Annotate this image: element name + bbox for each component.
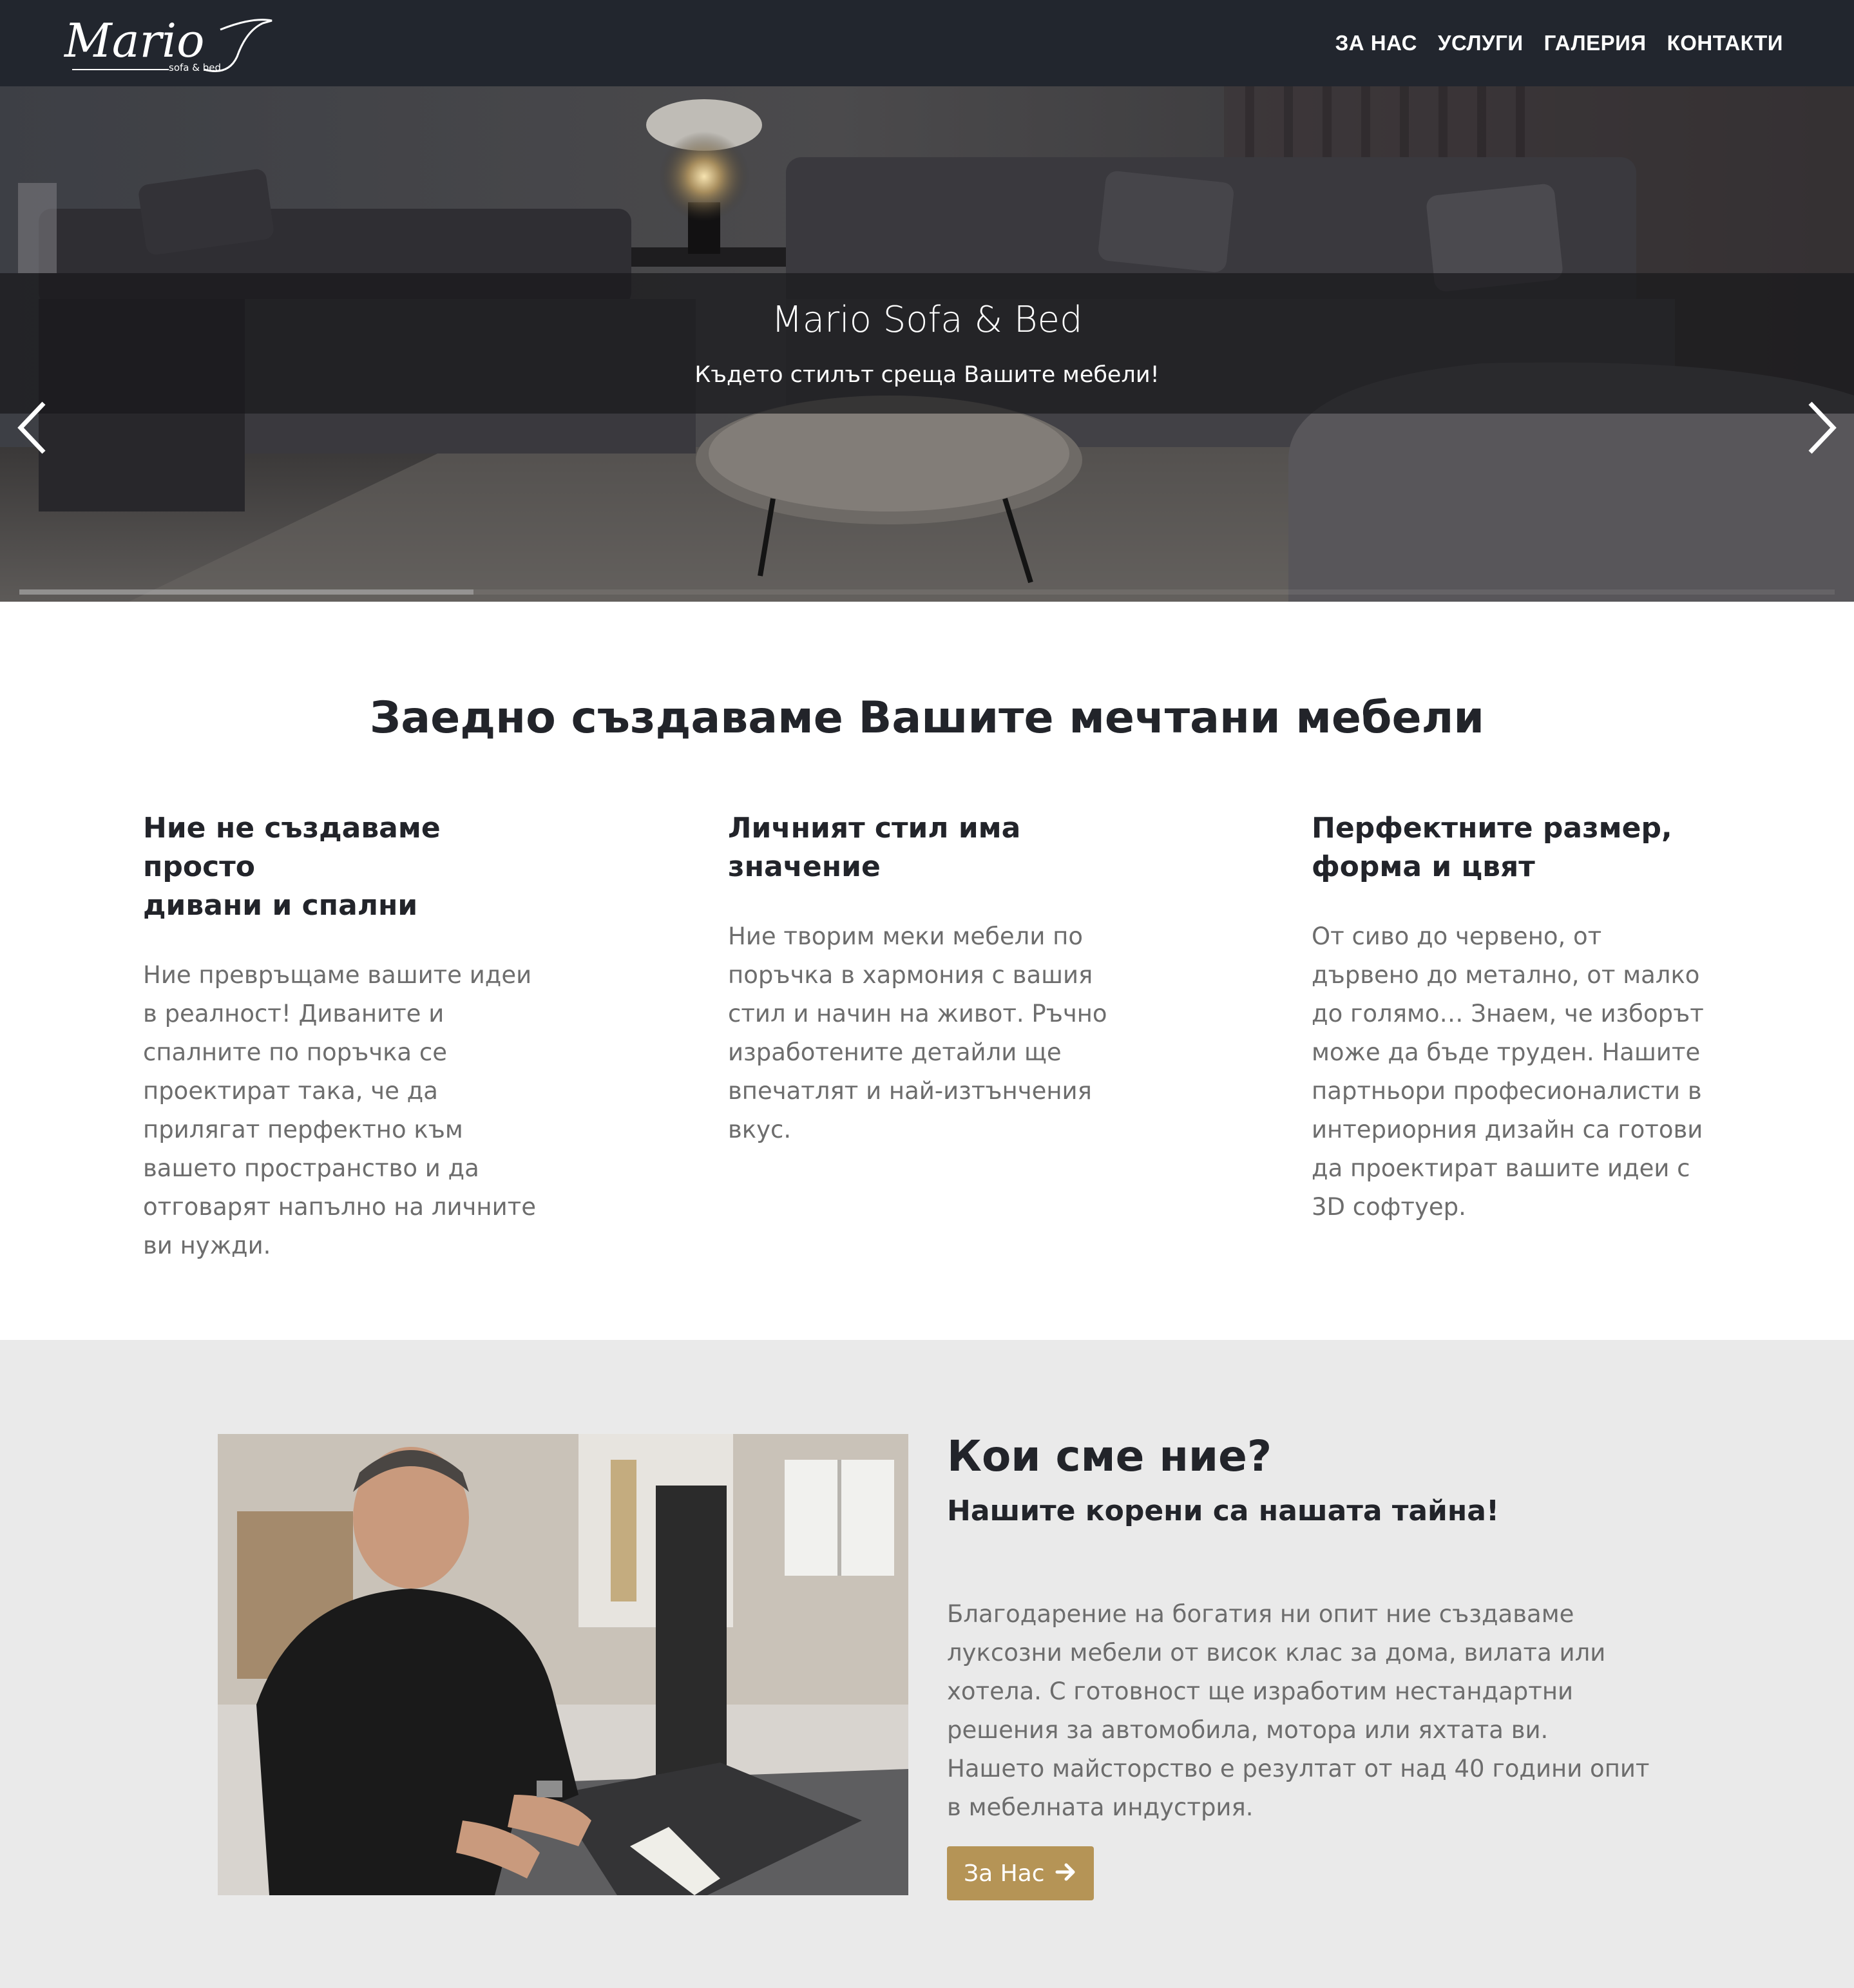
feature-text-line: 3D софтуер. bbox=[1312, 1193, 1466, 1221]
feature-text-line: впечатлят и най-изтънчения bbox=[728, 1077, 1092, 1105]
about-section: Кои сме ние? Нашите корени са нашата тай… bbox=[0, 1340, 1854, 1988]
nav-link-services[interactable]: УСЛУГИ bbox=[1438, 31, 1524, 55]
feature-text-line: може да бъде труден. Нашите bbox=[1312, 1038, 1701, 1066]
feature-title: Ние не създаваме просто дивани и спални bbox=[143, 809, 555, 925]
about-text-line: Нашето майсторство е резултат от над 40 … bbox=[947, 1755, 1650, 1783]
feature-title: Перфектните размер, форма и цвят bbox=[1312, 809, 1724, 886]
intro-heading: Заедно създаваме Вашите мечтани мебели bbox=[369, 693, 1485, 743]
feature-text-line: От сиво до червено, от bbox=[1312, 922, 1602, 950]
feature-title: Личният стил има значение bbox=[728, 809, 1140, 886]
feature-text-line: до голямо… Знаем, че изборът bbox=[1312, 1000, 1704, 1027]
feature-text: Ние творим меки мебели по поръчка в харм… bbox=[728, 917, 1140, 1149]
feature-text: От сиво до червено, от дървено до металн… bbox=[1312, 917, 1724, 1227]
feature-column: Ние не създаваме просто дивани и спални … bbox=[143, 809, 555, 1265]
caption-band bbox=[0, 273, 1854, 414]
about-text-line: луксозни мебели от висок клас за дома, в… bbox=[947, 1639, 1606, 1667]
about-title: Кои сме ние? bbox=[947, 1431, 1272, 1481]
mario-logo[interactable]: Mario sofa & bed bbox=[59, 12, 285, 76]
hero-subtitle: Където стилът среща Вашите мебели! bbox=[694, 362, 1160, 388]
main-navigation: ЗА НАС УСЛУГИ ГАЛЕРИЯ КОНТАКТИ bbox=[1335, 0, 1783, 86]
svg-text:Mario: Mario bbox=[63, 14, 204, 68]
nav-link-about[interactable]: ЗА НАС bbox=[1335, 31, 1417, 55]
feature-text-line: изработените детайли ще bbox=[728, 1038, 1062, 1066]
feature-title-line: дивани и спални bbox=[143, 889, 418, 922]
feature-title-line: Перфектните размер, bbox=[1312, 812, 1672, 845]
slider-progress-bar bbox=[19, 589, 473, 595]
about-description: Благодарение на богатия ни опит ние създ… bbox=[947, 1595, 1662, 1827]
feature-text-line: проектират така, че да bbox=[143, 1077, 438, 1105]
feature-title-line: форма и цвят bbox=[1312, 850, 1535, 883]
nav-link-contacts[interactable]: КОНТАКТИ bbox=[1667, 31, 1783, 55]
feature-text-line: вашето пространство и да bbox=[143, 1154, 479, 1182]
chevron-left-icon[interactable] bbox=[13, 396, 52, 460]
feature-text-line: вкус. bbox=[728, 1116, 792, 1143]
feature-text: Ние превръщаме вашите идеи в реалност! Д… bbox=[143, 956, 555, 1265]
feature-text-line: Ние превръщаме вашите идеи bbox=[143, 961, 532, 989]
about-text-line: в мебелната индустрия. bbox=[947, 1793, 1254, 1821]
feature-text-line: в реалност! Диваните и bbox=[143, 1000, 444, 1027]
feature-title-line: Личният стил има bbox=[728, 812, 1021, 845]
about-text-line: решения за автомобила, мотора или яхтата… bbox=[947, 1716, 1549, 1744]
about-subtitle: Нашите корени са нашата тайна! bbox=[947, 1495, 1500, 1527]
craftsman-photo bbox=[218, 1434, 908, 1895]
arrow-right-icon bbox=[1055, 1861, 1077, 1886]
about-us-button-label: За Нас bbox=[964, 1860, 1045, 1887]
hero-title: Mario Sofa & Bed bbox=[771, 299, 1083, 341]
feature-text-line: ви нужди. bbox=[143, 1232, 271, 1259]
feature-column: Перфектните размер, форма и цвят От сиво… bbox=[1312, 809, 1724, 1227]
feature-title-line: значение bbox=[728, 850, 881, 883]
about-us-button[interactable]: За Нас bbox=[947, 1846, 1094, 1900]
feature-text-line: поръчка в хармония с вашия bbox=[728, 961, 1093, 989]
feature-title-line: Ние не създаваме просто bbox=[143, 812, 441, 883]
feature-text-line: партньори професионалисти в bbox=[1312, 1077, 1702, 1105]
nav-link-gallery[interactable]: ГАЛЕРИЯ bbox=[1544, 31, 1647, 55]
feature-text-line: Ние творим меки мебели по bbox=[728, 922, 1083, 950]
feature-text-line: отговарят напълно на личните bbox=[143, 1193, 536, 1221]
feature-text-line: дървено до метално, от малко bbox=[1312, 961, 1700, 989]
feature-text-line: стил и начин на живот. Ръчно bbox=[728, 1000, 1107, 1027]
feature-column: Личният стил има значение Ние творим мек… bbox=[728, 809, 1140, 1149]
feature-text-line: прилягат перфектно към bbox=[143, 1116, 463, 1143]
feature-text-line: интериорния дизайн са готови bbox=[1312, 1116, 1703, 1143]
chevron-right-icon[interactable] bbox=[1802, 396, 1841, 460]
feature-text-line: спалните по поръчка се bbox=[143, 1038, 447, 1066]
svg-text:sofa & bed: sofa & bed bbox=[169, 62, 221, 73]
feature-text-line: да проектират вашите идеи с bbox=[1312, 1154, 1690, 1182]
about-text-line: Благодарение на богатия ни опит ние създ… bbox=[947, 1600, 1574, 1628]
hero-slider: Mario Sofa & Bed Където стилът среща Ваш… bbox=[0, 86, 1854, 602]
top-navbar: Mario sofa & bed ЗА НАС УСЛУГИ ГАЛЕРИЯ К… bbox=[0, 0, 1854, 86]
about-text-line: хотела. С готовност ще изработим нестанд… bbox=[947, 1677, 1574, 1705]
